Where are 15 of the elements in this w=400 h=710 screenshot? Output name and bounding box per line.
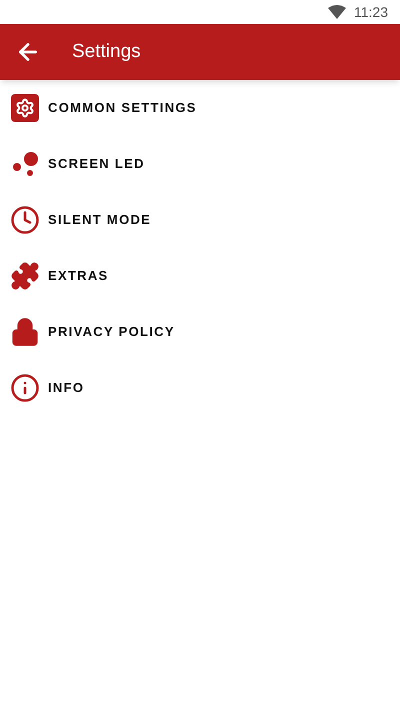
info-icon [10,372,40,404]
dots-icon [11,151,39,177]
menu-item[interactable]: INFO [0,360,400,416]
app-bar-title: Settings [72,40,141,64]
status-time: 11:23 [354,2,388,22]
clock-icon [10,204,40,236]
wifi-icon [328,5,346,19]
menu-item[interactable]: SILENT MODE [0,192,400,248]
menu-item[interactable]: SCREEN LED [0,136,400,192]
gear-icon [11,94,39,122]
puzzle-icon [10,260,40,292]
menu-item[interactable]: EXTRAS [0,248,400,304]
menu-item[interactable]: PRIVACY POLICY [0,304,400,360]
menu-item[interactable]: COMMON SETTINGS [0,80,400,136]
lock-icon [10,317,40,347]
